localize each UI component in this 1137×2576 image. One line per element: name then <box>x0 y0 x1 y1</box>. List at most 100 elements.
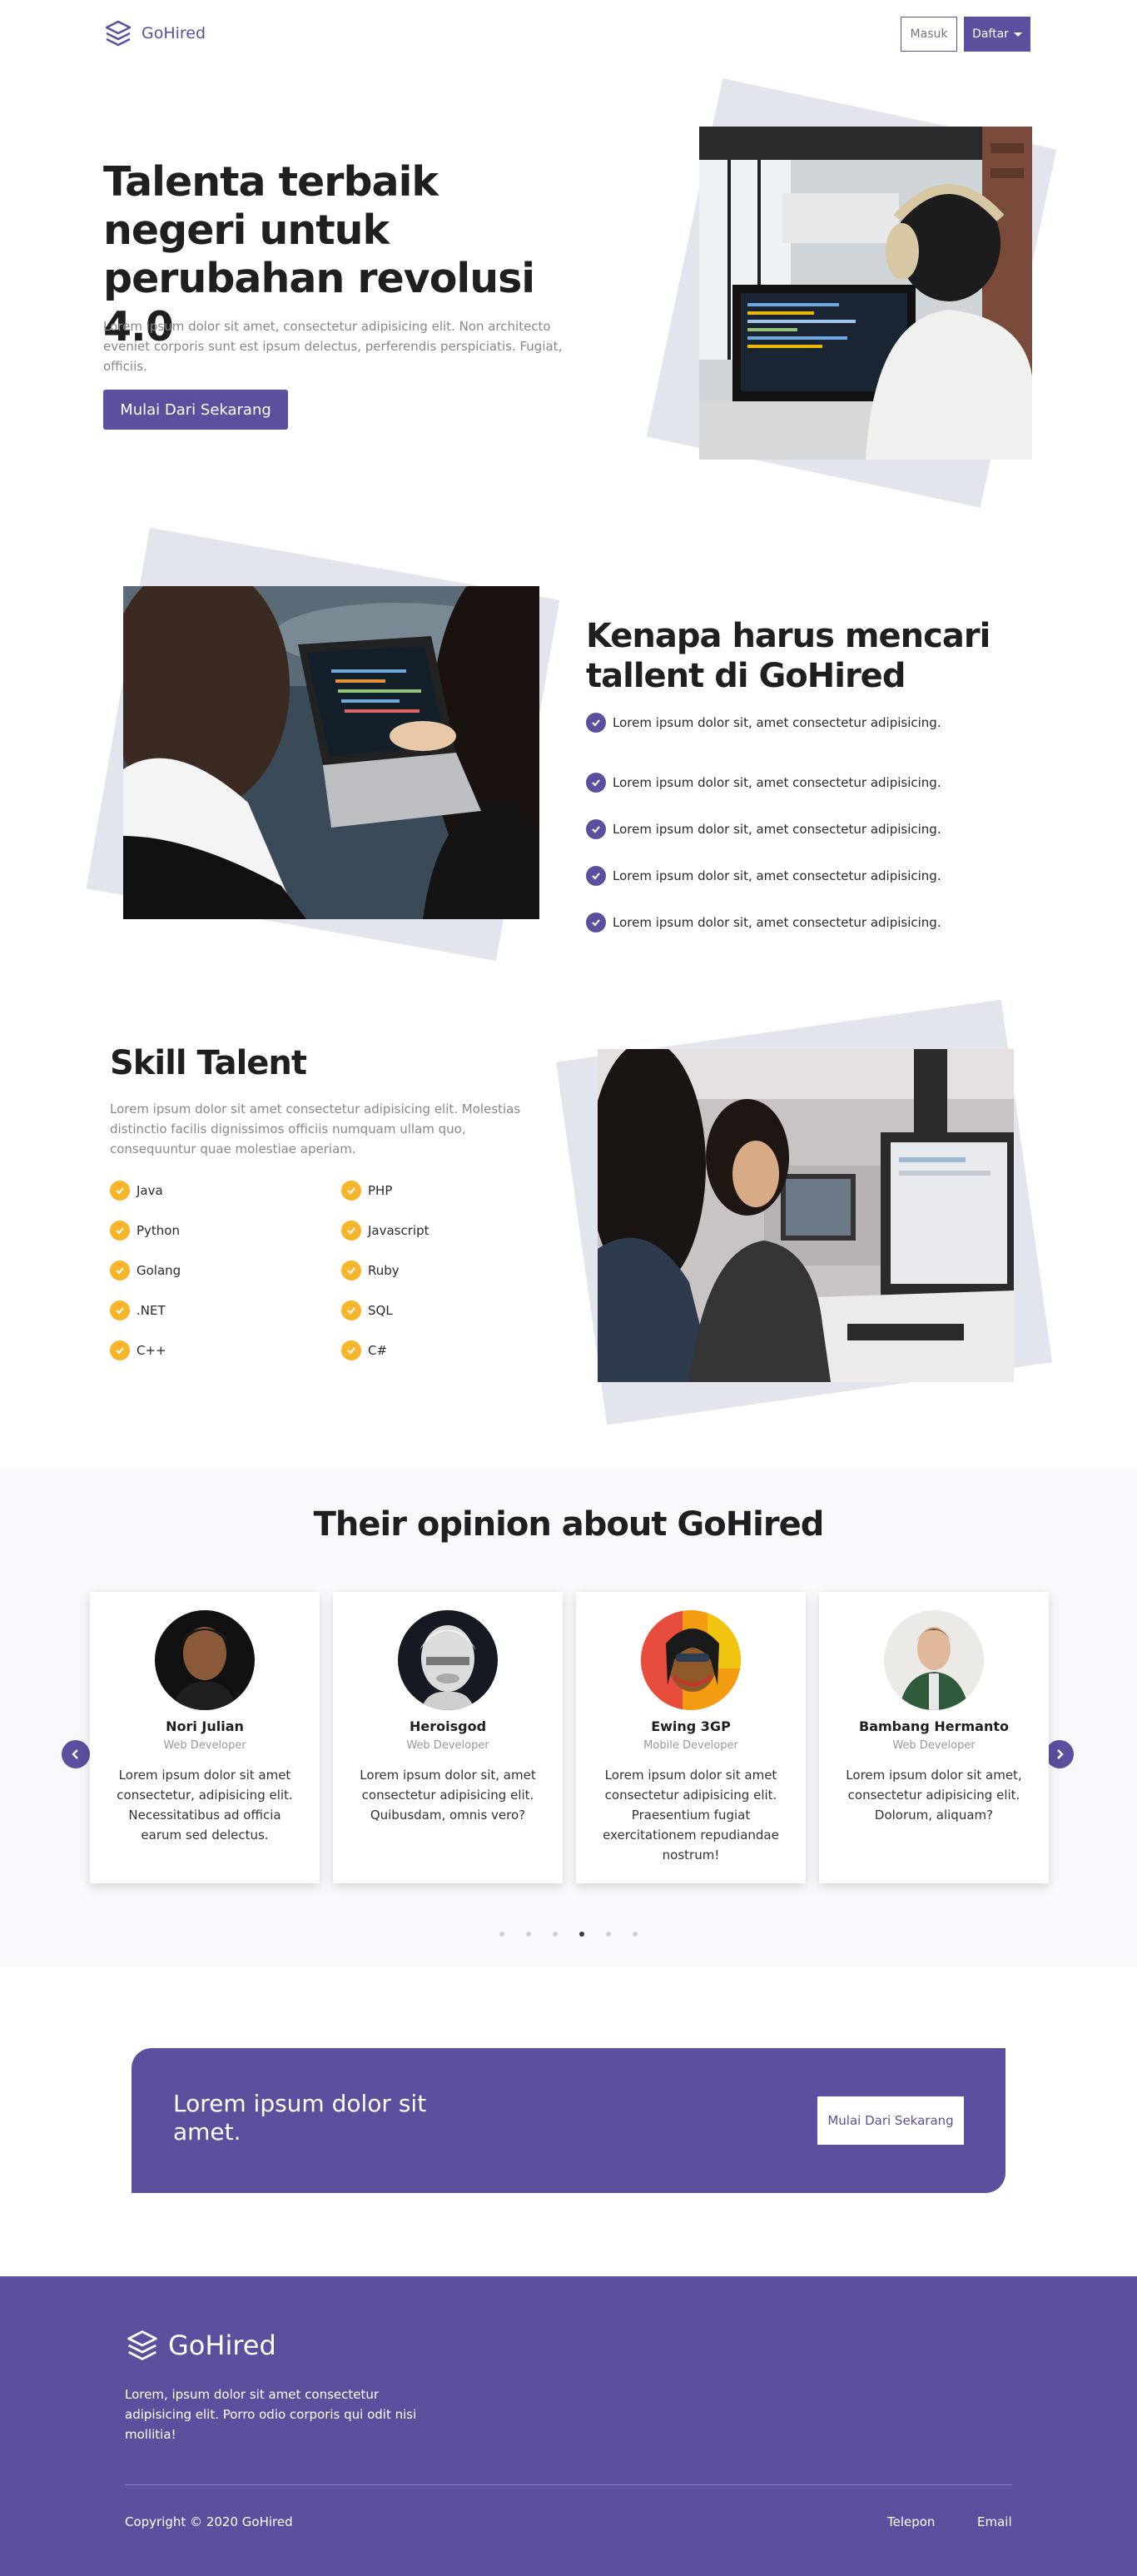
check-circle-icon <box>586 913 606 932</box>
check-circle-icon <box>586 866 606 886</box>
testimonial-name: Heroisgod <box>409 1718 487 1734</box>
carousel-dots <box>499 1932 638 1937</box>
footer-description: Lorem, ipsum dolor sit amet consectetur … <box>125 2387 417 2442</box>
carousel-dot[interactable] <box>526 1932 531 1937</box>
footer-link-telepon[interactable]: Telepon <box>887 2514 935 2529</box>
skill-label: C# <box>368 1343 388 1358</box>
skill-item: .NET <box>110 1300 341 1320</box>
benefit-text: Lorem ipsum dolor sit, amet consectetur … <box>613 915 941 930</box>
skill-label: PHP <box>368 1183 393 1198</box>
carousel-dot[interactable] <box>499 1932 504 1937</box>
brand-logo[interactable]: GoHired <box>103 18 206 48</box>
testimonial-role: Web Developer <box>163 1739 246 1752</box>
carousel-prev-button[interactable] <box>62 1740 90 1768</box>
carousel-dot[interactable] <box>633 1932 638 1937</box>
skill-item: Javascript <box>341 1221 573 1241</box>
check-circle-icon <box>110 1300 130 1320</box>
list-item: Lorem ipsum dolor sit, amet consectetur … <box>586 899 1085 946</box>
footer-link-email[interactable]: Email <box>977 2514 1012 2529</box>
testimonial-name: Nori Julian <box>166 1718 244 1734</box>
register-label: Daftar <box>972 27 1009 41</box>
testimonial-role: Web Developer <box>892 1739 976 1752</box>
navbar: GoHired Masuk Daftar <box>0 0 1137 67</box>
testimonial-role: Mobile Developer <box>643 1739 738 1752</box>
hero-cta-button[interactable]: Mulai Dari Sekarang <box>103 390 288 430</box>
carousel-dot-active[interactable] <box>579 1932 584 1937</box>
testimonial-role: Web Developer <box>406 1739 489 1752</box>
skill-label: Golang <box>137 1263 181 1278</box>
skill-office-photo <box>598 1049 1014 1382</box>
check-circle-icon <box>110 1181 130 1201</box>
testimonial-name: Ewing 3GP <box>651 1718 731 1734</box>
caret-down-icon <box>1013 32 1022 37</box>
list-item: Lorem ipsum dolor sit, amet consectetur … <box>586 806 1085 853</box>
login-button[interactable]: Masuk <box>901 17 957 52</box>
benefit-text: Lorem ipsum dolor sit, amet consectetur … <box>613 715 941 730</box>
testimonial-name: Bambang Hermanto <box>859 1718 1009 1734</box>
skill-item: Java <box>110 1181 341 1201</box>
footer-brand-name: GoHired <box>168 2330 276 2361</box>
footer-brand-logo[interactable]: GoHired <box>125 2328 276 2363</box>
check-circle-icon <box>341 1181 361 1201</box>
cta-text: Lorem ipsum dolor sit amet. <box>173 2090 427 2146</box>
skill-label: Java <box>137 1183 163 1198</box>
testimonial-text: Lorem ipsum dolor sit amet, consectetur … <box>846 1768 1022 1823</box>
check-circle-icon <box>586 713 606 733</box>
cta-banner: Lorem ipsum dolor sit amet. Mulai Dari S… <box>132 2048 1005 2193</box>
skill-item: C# <box>341 1340 573 1360</box>
skill-label: Python <box>137 1223 180 1238</box>
testimonial-card: Heroisgod Web Developer Lorem ipsum dolo… <box>333 1592 563 1883</box>
skill-label: C++ <box>137 1343 166 1358</box>
avatar <box>641 1610 741 1710</box>
check-circle-icon <box>341 1261 361 1281</box>
skill-list: Java PHP Python Javascript Golang Ruby .… <box>110 1181 576 1360</box>
check-circle-icon <box>586 819 606 839</box>
list-item: Lorem ipsum dolor sit, amet consectetur … <box>586 713 1085 733</box>
testimonial-card: Ewing 3GP Mobile Developer Lorem ipsum d… <box>576 1592 806 1883</box>
check-circle-icon <box>586 773 606 793</box>
footer-divider <box>125 2484 1012 2485</box>
testimonial-card: Bambang Hermanto Web Developer Lorem ips… <box>819 1592 1049 1883</box>
benefit-text: Lorem ipsum dolor sit, amet consectetur … <box>613 868 941 883</box>
testimonial-text: Lorem ipsum dolor sit amet consectetur a… <box>603 1768 779 1862</box>
skill-label: SQL <box>368 1303 393 1318</box>
landing-page: GoHired Masuk Daftar Talenta terbaik neg… <box>0 0 1137 2576</box>
skill-label: Javascript <box>368 1223 429 1238</box>
carousel-next-button[interactable] <box>1045 1740 1074 1768</box>
benefit-text: Lorem ipsum dolor sit, amet consectetur … <box>613 775 941 790</box>
skill-item: C++ <box>110 1340 341 1360</box>
list-item: Lorem ipsum dolor sit, amet consectetur … <box>586 759 1085 806</box>
why-benefits-list: Lorem ipsum dolor sit, amet consectetur … <box>586 713 1085 946</box>
skill-item: PHP <box>341 1181 573 1201</box>
skill-item: SQL <box>341 1300 573 1320</box>
carousel-dot[interactable] <box>606 1932 611 1937</box>
layers-icon <box>127 2330 157 2360</box>
skill-label: Ruby <box>368 1263 400 1278</box>
list-item: Lorem ipsum dolor sit, amet consectetur … <box>586 853 1085 899</box>
hero-description: Lorem ipsum dolor sit amet, consectetur … <box>103 319 563 374</box>
avatar <box>884 1610 984 1710</box>
check-circle-icon <box>341 1300 361 1320</box>
check-circle-icon <box>110 1340 130 1360</box>
brand-name: GoHired <box>142 24 206 42</box>
check-circle-icon <box>110 1261 130 1281</box>
skill-item: Ruby <box>341 1261 573 1281</box>
check-circle-icon <box>341 1340 361 1360</box>
skill-item: Golang <box>110 1261 341 1281</box>
cta-button[interactable]: Mulai Dari Sekarang <box>817 2096 964 2145</box>
why-laptop-photo <box>123 586 539 919</box>
footer: GoHired Lorem, ipsum dolor sit amet cons… <box>0 2276 1137 2576</box>
chevron-left-icon <box>72 1749 78 1759</box>
testimonial-text: Lorem ipsum dolor sit amet consectetur, … <box>117 1768 293 1842</box>
register-dropdown-button[interactable]: Daftar <box>964 17 1030 52</box>
skill-label: .NET <box>137 1303 166 1318</box>
copyright-text: Copyright © 2020 GoHired <box>125 2514 293 2529</box>
skill-item: Python <box>110 1221 341 1241</box>
check-circle-icon <box>341 1221 361 1241</box>
avatar <box>155 1610 255 1710</box>
layers-icon <box>105 20 132 47</box>
testimonials-title: Their opinion about GoHired <box>313 1505 825 1544</box>
testimonial-text: Lorem ipsum dolor sit, amet consectetur … <box>360 1768 536 1823</box>
carousel-dot[interactable] <box>553 1932 558 1937</box>
check-circle-icon <box>110 1221 130 1241</box>
